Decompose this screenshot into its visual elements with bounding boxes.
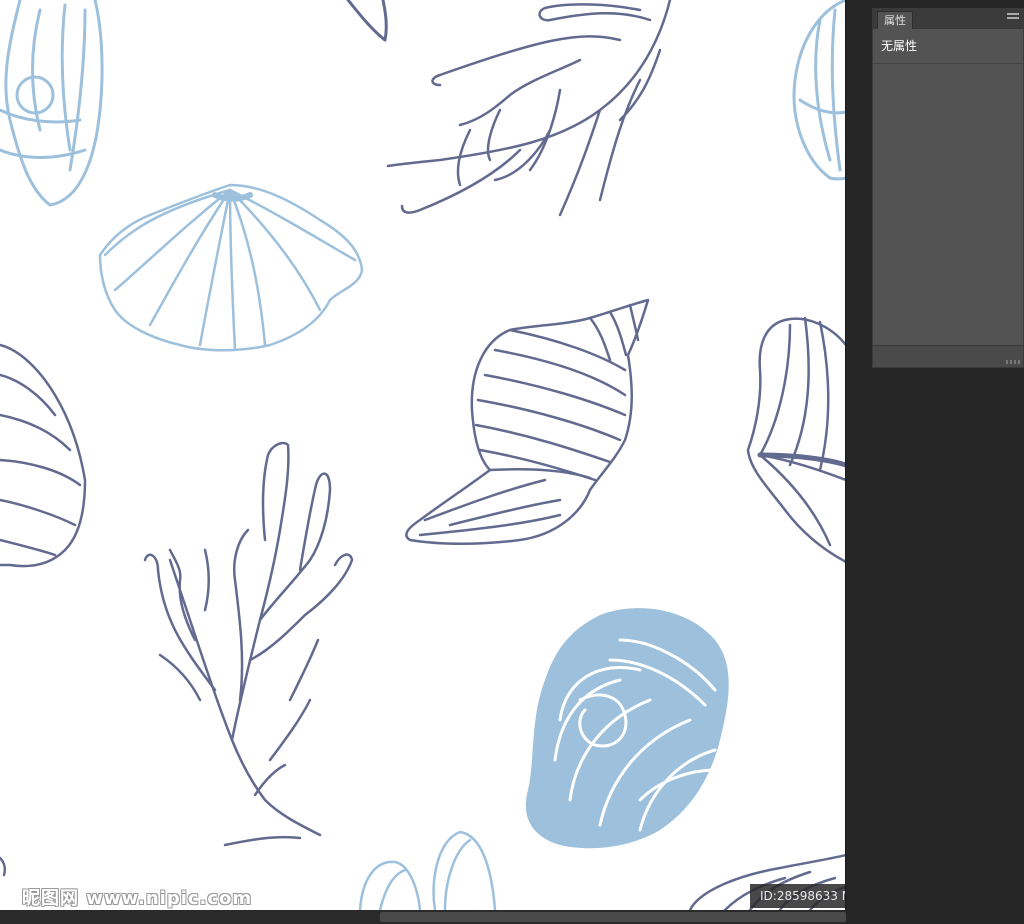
- shell-left-dark: [0, 343, 87, 568]
- document-canvas[interactable]: 昵图网 www.nipic.com ID:28598633 NO:2025061…: [0, 0, 846, 910]
- fin-bottom-left: [0, 856, 7, 877]
- panel-divider: [873, 63, 1023, 64]
- conch-shell: [405, 298, 650, 545]
- shell-right-edge: [746, 316, 845, 563]
- no-properties-text: 无属性: [881, 39, 918, 53]
- shell-top-right: [792, 0, 845, 181]
- seaweed-top: [386, 0, 672, 217]
- panel-tabbar: 属性: [873, 9, 1023, 29]
- photoshop-workspace: 昵图网 www.nipic.com ID:28598633 NO:2025061…: [0, 0, 1024, 924]
- panel-menu-icon[interactable]: [1007, 13, 1019, 23]
- fin-top: [346, 0, 388, 42]
- scrollbar-thumb[interactable]: [380, 912, 846, 922]
- resize-grip-icon[interactable]: [1006, 360, 1020, 364]
- watermark-id: ID:28598633 NO:20250619134001454102: [750, 884, 845, 908]
- tab-properties[interactable]: 属性: [877, 11, 913, 29]
- panel-footer: [873, 345, 1023, 367]
- shell-top-left: [0, 0, 104, 207]
- properties-panel: 属性 无属性: [872, 8, 1024, 368]
- nautilus-shell-blue: [525, 608, 729, 849]
- shell-bottom-light: [358, 830, 497, 910]
- watermark-nipic: 昵图网 www.nipic.com: [22, 888, 253, 909]
- horizontal-scrollbar[interactable]: [0, 910, 846, 924]
- scallop-shell-light: [98, 183, 364, 352]
- seaweed-bottom: [143, 441, 354, 847]
- properties-content: 无属性: [873, 29, 1023, 62]
- seashell-pattern-artwork: [0, 0, 845, 910]
